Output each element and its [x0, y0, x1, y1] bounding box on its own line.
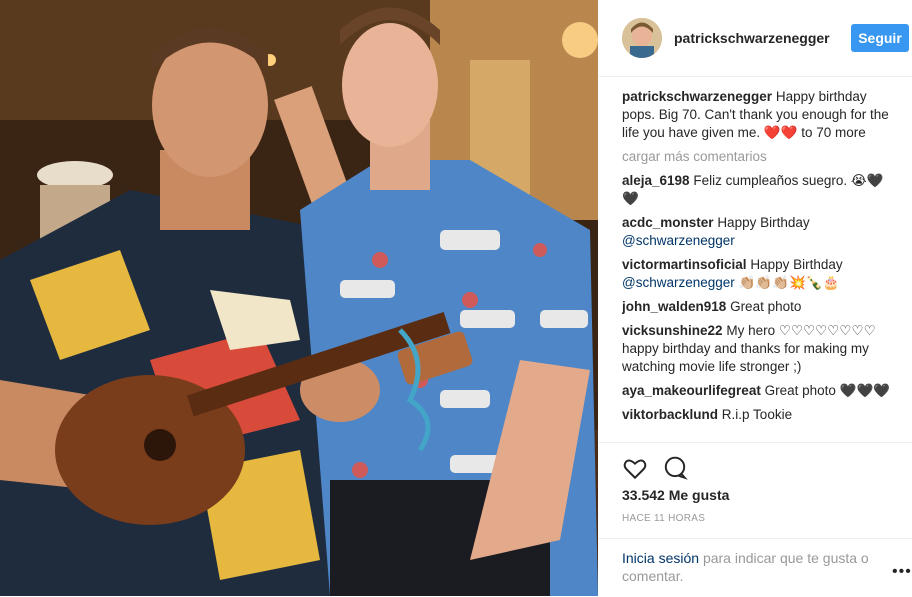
list-item: viktorbacklund R.i.p Tookie [622, 406, 892, 424]
comment-username[interactable]: acdc_monster [622, 215, 714, 230]
comment-username[interactable]: vicksunshine22 [622, 323, 723, 338]
avatar-image [622, 18, 662, 58]
post-header: patrickschwarzenegger Seguir [598, 0, 912, 77]
list-item: vicksunshine22 My hero ♡♡♡♡♡♡♡♡ happy bi… [622, 322, 892, 376]
comment-text: Happy Birthday [750, 257, 843, 272]
list-item: aya_makeourlifegreat Great photo 🖤🖤🖤 [622, 382, 892, 400]
avatar[interactable] [622, 18, 662, 58]
login-link[interactable]: Inicia sesión [622, 550, 699, 566]
login-prompt: Inicia sesión para indicar que te gusta … [598, 538, 912, 597]
follow-button[interactable]: Seguir [851, 24, 909, 52]
comment-mention[interactable]: @schwarzenegger [622, 233, 735, 248]
post-photo-art [0, 0, 598, 596]
comment-username[interactable]: victormartinsoficial [622, 257, 747, 272]
comment-emoji: 👏🏼👏🏼👏🏼💥🍾🎂 [738, 275, 840, 290]
comment-bubble-icon[interactable] [662, 455, 688, 481]
caption: patrickschwarzenegger Happy birthday pop… [622, 88, 892, 142]
list-item: aleja_6198 Feliz cumpleaños suegro. 😭🖤🖤 [622, 172, 892, 208]
caption-tail: to 70 more [801, 125, 866, 140]
comment-username[interactable]: viktorbacklund [622, 407, 718, 422]
login-text: Inicia sesión para indicar que te gusta … [622, 549, 872, 585]
comment-text: Great photo [730, 299, 802, 314]
comment-text: R.i.p Tookie [721, 407, 793, 422]
list-item: john_walden918 Great photo [622, 298, 892, 316]
comment-mention[interactable]: @schwarzenegger [622, 275, 735, 290]
list-item: victormartinsoficial Happy Birthday @sch… [622, 256, 892, 292]
like-count[interactable]: 33.542 Me gusta [622, 487, 729, 503]
comment-text: Great photo 🖤🖤🖤 [764, 383, 891, 398]
comment-text: Happy Birthday [717, 215, 810, 230]
post-sidebar: patrickschwarzenegger Seguir patrickschw… [598, 0, 912, 596]
heart-outline-icon[interactable] [622, 455, 648, 481]
header-username[interactable]: patrickschwarzenegger [674, 30, 830, 46]
comment-username[interactable]: john_walden918 [622, 299, 726, 314]
post-photo [0, 0, 598, 596]
more-options-icon[interactable]: ••• [892, 563, 912, 581]
list-item: acdc_monster Happy Birthday @schwarzeneg… [622, 214, 892, 250]
comment-username[interactable]: aya_makeourlifegreat [622, 383, 761, 398]
load-more-comments[interactable]: cargar más comentarios [622, 148, 892, 166]
comment-username[interactable]: aleja_6198 [622, 173, 690, 188]
post-actions: 33.542 Me gusta HACE 11 HORAS [598, 442, 912, 541]
comment-list: patrickschwarzenegger Happy birthday pop… [622, 88, 892, 440]
caption-username[interactable]: patrickschwarzenegger [622, 89, 772, 104]
post-timestamp: HACE 11 HORAS [622, 513, 706, 524]
caption-hearts: ❤️❤️ [763, 125, 798, 140]
